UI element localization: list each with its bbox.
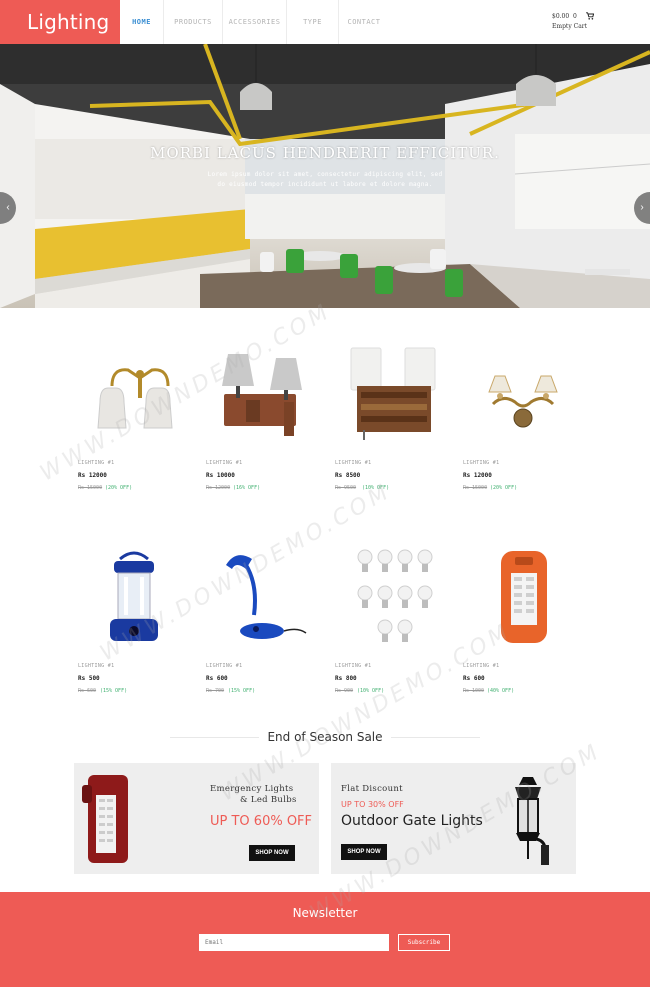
hero-title: MORBI LACUS HENDRERIT EFFICITUR.	[150, 144, 500, 162]
product-price: Rs 12000	[78, 472, 107, 479]
product-discount: (15% OFF)	[100, 688, 128, 694]
nav-accessories[interactable]: ACCESSORIES	[223, 0, 287, 44]
product-old-price: Rs 700	[206, 688, 225, 694]
product-image	[357, 549, 433, 642]
email-input[interactable]	[199, 934, 389, 951]
product-price: Rs 600	[463, 675, 485, 682]
nav-home[interactable]: HOME	[120, 0, 164, 44]
hero-subtitle: Lorem ipsum dolor sit amet, consectetur …	[207, 171, 443, 188]
product-old-price: Rs 15000	[78, 485, 103, 491]
cart-count: 0	[573, 13, 577, 20]
hero-slider: MORBI LACUS HENDRERIT EFFICITUR. Lorem i…	[0, 44, 650, 308]
nav-type[interactable]: TYPE	[287, 0, 339, 44]
product-image	[350, 347, 436, 440]
cart-total: $0.00	[552, 13, 570, 20]
product-old-price: Rs 1000	[463, 688, 485, 694]
product-discount: (20% OFF)	[490, 485, 518, 491]
chevron-right-icon: ›	[640, 202, 644, 213]
emergency-light-image	[82, 775, 128, 863]
nav-contact[interactable]: CONTACT	[339, 0, 389, 44]
nav-products[interactable]: PRODUCTS	[164, 0, 223, 44]
site-header: Lighting HOME PRODUCTS ACCESSORIES TYPE …	[0, 0, 650, 44]
main-nav: HOME PRODUCTS ACCESSORIES TYPE CONTACT	[120, 0, 389, 44]
banner-line2: & Led Bulbs	[240, 795, 297, 805]
banner-label: Flat Discount	[341, 784, 403, 794]
site-logo[interactable]: Lighting	[0, 0, 120, 44]
product-price: Rs 500	[78, 675, 100, 682]
product-price: Rs 10000	[206, 472, 235, 479]
product-old-price: Rs 15000	[463, 485, 488, 491]
chevron-left-icon: ‹	[6, 202, 10, 213]
product-category: LIGHTING #1	[463, 460, 500, 466]
product-old-price: Rs 9500	[335, 485, 357, 491]
product-category: LIGHTING #1	[335, 663, 372, 669]
shop-now-button[interactable]: SHOP NOW	[341, 844, 387, 860]
banner-offer: UP TO 30% OFF	[341, 800, 404, 809]
product-old-price: Rs 600	[78, 688, 97, 694]
product-discount: (15% OFF)	[228, 688, 256, 694]
cart-status: Empty Cart	[552, 23, 588, 30]
product-price: Rs 8500	[335, 472, 361, 479]
sale-banner-emergency[interactable]: Emergency Lights & Led Bulbs UP TO 60% O…	[74, 763, 319, 874]
product-image	[488, 375, 558, 428]
banner-offer: UP TO 60% OFF	[210, 814, 313, 829]
subscribe-button[interactable]: Subscribe	[398, 934, 450, 951]
cart-icon[interactable]	[586, 12, 594, 20]
product-price: Rs 600	[206, 675, 228, 682]
shop-now-button[interactable]: SHOP NOW	[249, 845, 295, 861]
product-price: Rs 12000	[463, 472, 492, 479]
product-price: Rs 800	[335, 675, 357, 682]
cart-summary[interactable]: $0.00 0 Empty Cart	[552, 12, 587, 32]
product-category: LIGHTING #1	[335, 460, 372, 466]
product-discount: (16% OFF)	[233, 485, 261, 491]
product-discount: (20% OFF)	[105, 485, 133, 491]
product-category: LIGHTING #1	[206, 663, 243, 669]
product-discount: (40% OFF)	[487, 688, 515, 694]
product-category: LIGHTING #1	[206, 460, 243, 466]
product-old-price: Rs 900	[335, 688, 354, 694]
product-old-price: Rs 12000	[206, 485, 231, 491]
